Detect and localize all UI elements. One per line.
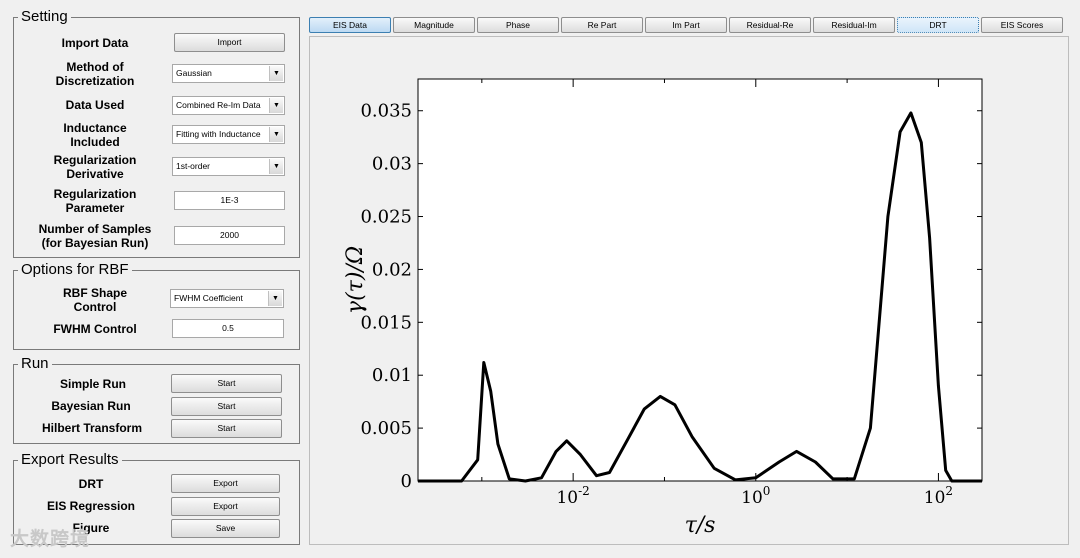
- simple-run-label: Simple Run: [59, 377, 126, 391]
- fwhm-input[interactable]: 0.5: [172, 319, 284, 338]
- drt-export-button[interactable]: Export: [171, 474, 280, 493]
- discretization-label: Method of Discretization: [55, 60, 135, 88]
- chevron-down-icon: ▼: [269, 127, 283, 142]
- tab-phase[interactable]: Phase: [477, 17, 559, 33]
- inductance-label: Inductance Included: [63, 121, 127, 149]
- chevron-down-icon: ▼: [269, 66, 283, 81]
- tab-re-part[interactable]: Re Part: [561, 17, 643, 33]
- reg-param-input[interactable]: 1E-3: [174, 191, 285, 210]
- hilbert-label: Hilbert Transform: [41, 421, 143, 435]
- drt-export-label: DRT: [78, 477, 104, 491]
- samples-label: Number of Samples (for Bayesian Run): [38, 222, 152, 250]
- samples-input[interactable]: 2000: [174, 226, 285, 245]
- run-title: Run: [18, 355, 52, 373]
- chevron-down-icon: ▼: [269, 159, 283, 174]
- rbf-shape-select[interactable]: FWHM Coefficient ▼: [170, 289, 284, 308]
- tab-eis-data[interactable]: EIS Data: [309, 17, 391, 33]
- rbf-title: Options for RBF: [18, 261, 132, 279]
- import-data-label: Import Data: [61, 36, 129, 50]
- data-used-select[interactable]: Combined Re-Im Data ▼: [172, 96, 285, 115]
- export-title: Export Results: [18, 451, 122, 469]
- bayesian-run-label: Bayesian Run: [51, 399, 131, 413]
- reg-derivative-select[interactable]: 1st-order ▼: [172, 157, 285, 176]
- chevron-down-icon: ▼: [269, 98, 283, 113]
- reg-param-label: Regularization Parameter: [53, 187, 137, 215]
- setting-title: Setting: [18, 8, 71, 26]
- tab-im-part[interactable]: Im Part: [645, 17, 727, 33]
- fwhm-label: FWHM Control: [53, 322, 137, 336]
- bayesian-run-button[interactable]: Start: [171, 397, 282, 416]
- chevron-down-icon: ▼: [268, 291, 282, 306]
- reg-derivative-label: Regularization Derivative: [53, 153, 137, 181]
- inductance-select[interactable]: Fitting with Inductance ▼: [172, 125, 285, 144]
- discretization-select[interactable]: Gaussian ▼: [172, 64, 285, 83]
- watermark: 大数跨境: [10, 529, 91, 550]
- rbf-shape-label: RBF Shape Control: [62, 286, 127, 314]
- tab-residual-im[interactable]: Residual-Im: [813, 17, 895, 33]
- tab-drt[interactable]: DRT: [897, 17, 979, 33]
- eis-regression-label: EIS Regression: [46, 499, 136, 513]
- simple-run-button[interactable]: Start: [171, 374, 282, 393]
- hilbert-button[interactable]: Start: [171, 419, 282, 438]
- import-button[interactable]: Import: [174, 33, 285, 52]
- tab-eis-scores[interactable]: EIS Scores: [981, 17, 1063, 33]
- eis-regression-button[interactable]: Export: [171, 497, 280, 516]
- tab-magnitude[interactable]: Magnitude: [393, 17, 475, 33]
- data-used-label: Data Used: [65, 98, 125, 112]
- plot-panel: [309, 36, 1069, 545]
- tab-residual-re[interactable]: Residual-Re: [729, 17, 811, 33]
- figure-save-button[interactable]: Save: [171, 519, 280, 538]
